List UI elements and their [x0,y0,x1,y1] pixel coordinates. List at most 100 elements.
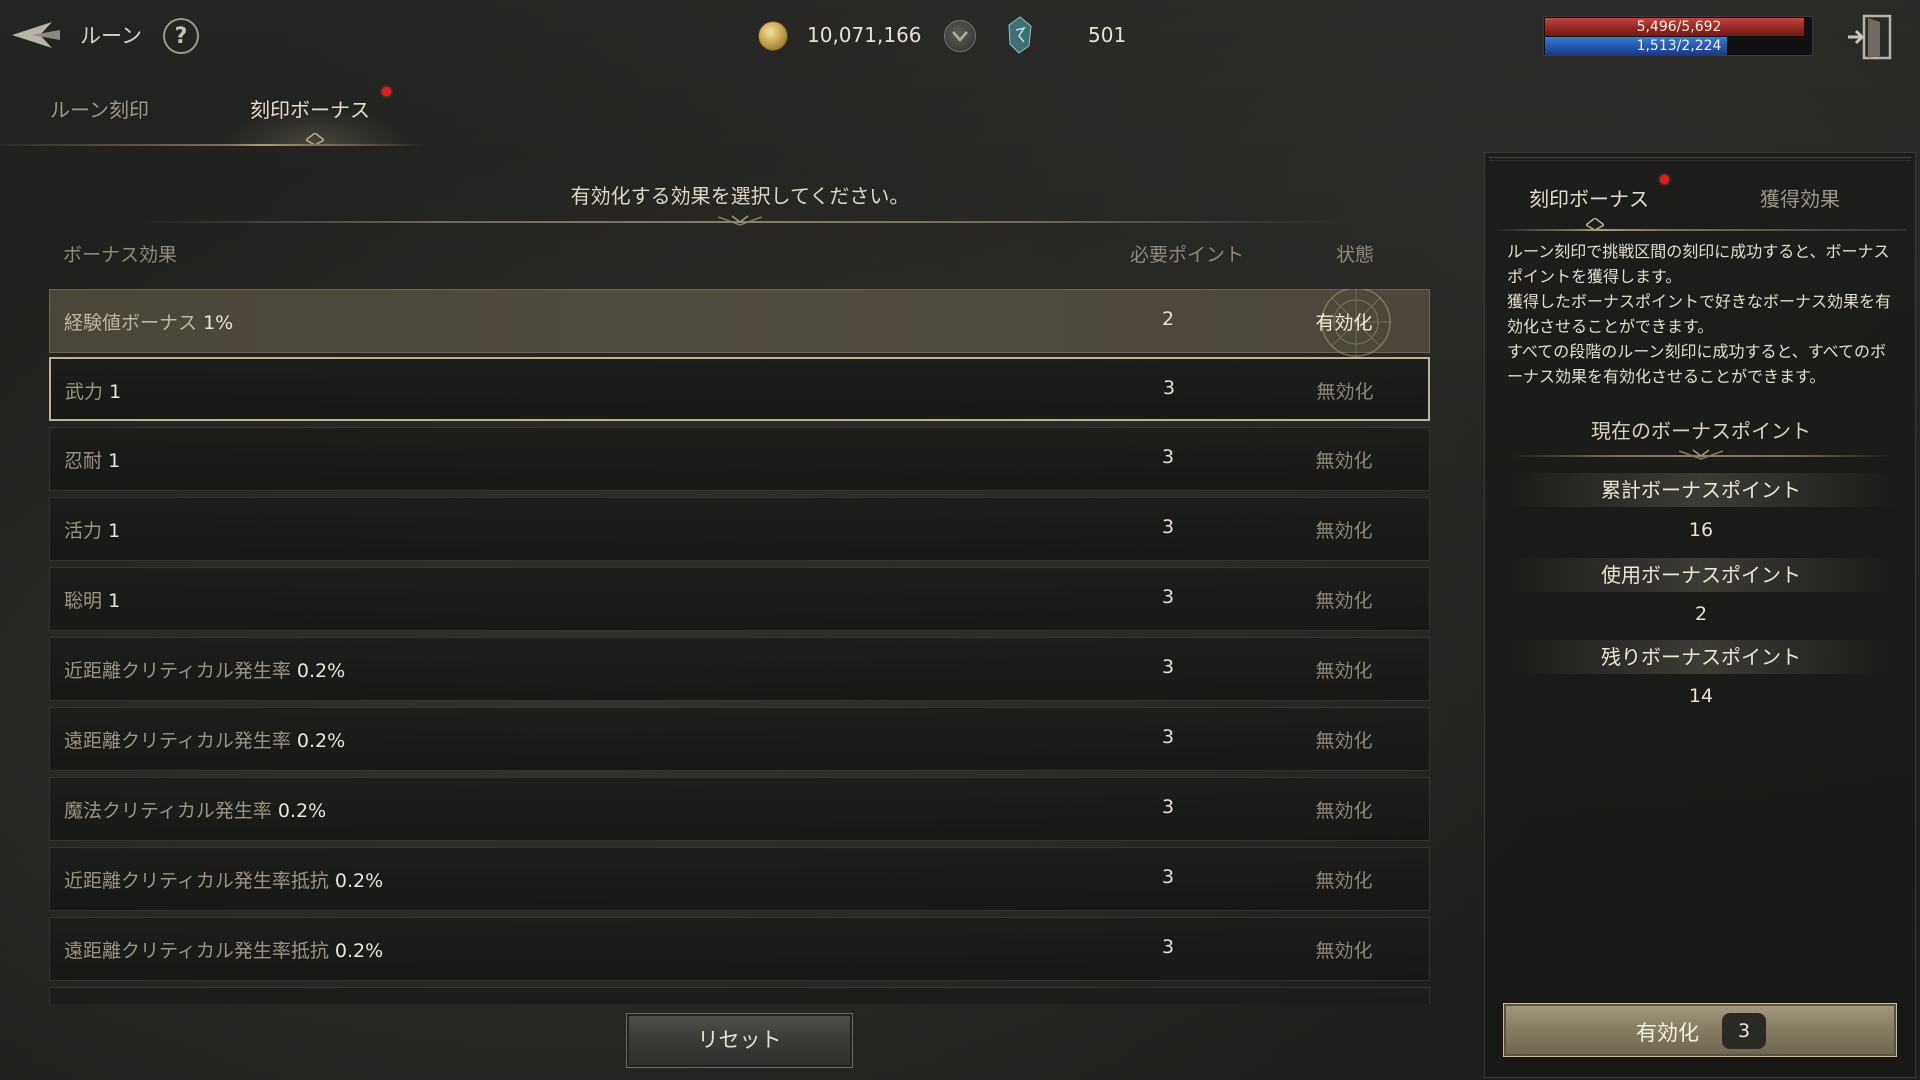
required-points: 3 [1161,726,1175,748]
bonus-effect-name: 武力 1 [65,377,121,404]
effect-label: 忍耐 [64,450,103,472]
bonus-row[interactable]: 聡明 1 3 無効化 [49,567,1430,631]
effect-label: 魔法クリティカル発生率 [64,800,272,822]
required-points: 3 [1162,377,1176,399]
bonus-effect-list[interactable]: 経験値ボーナス 1% 2 有効化 武力 1 3 無効化 忍耐 1 3 無効化 活… [49,289,1430,1004]
status-label: 無効化 [1315,730,1373,752]
bonus-row[interactable]: 武力 1 3 無効化 [49,357,1430,421]
tab-rune-engrave[interactable]: ルーン刻印 [50,94,149,123]
total-points-label: 累計ボーナスポイント [1505,473,1897,507]
activate-cost-badge: 3 [1722,1013,1766,1049]
effect-label: 遠距離クリティカル発生率抵抗 [64,940,329,962]
bonus-row[interactable]: 遠距離クリティカル発生率 0.2% 3 無効化 [49,707,1430,771]
required-points: 3 [1161,796,1175,818]
column-header-status: 状態 [1336,244,1375,266]
effect-value: 0.2% [334,940,384,962]
effect-value: 0.2% [296,730,346,752]
bonus-row[interactable]: 忍耐 1 3 無効化 [49,427,1430,491]
effect-label: 遠距離クリティカル発生率 [64,730,291,752]
effect-label: 経験値ボーナス [64,312,198,334]
notification-dot-icon [1660,175,1669,184]
chevron-down-icon [952,31,968,42]
side-tab-engrave-bonus[interactable]: 刻印ボーナス [1529,183,1649,212]
bonus-effect-name: 聡明 1 [64,586,120,613]
status-label: 無効化 [1315,660,1373,682]
remaining-points-value: 14 [1688,685,1714,707]
side-tab-acquired-effects[interactable]: 獲得効果 [1760,183,1840,212]
effect-label: 活力 [64,520,103,542]
tab-underline [1493,229,1907,231]
bonus-effect-name: 近距離クリティカル発生率抵抗 0.2% [64,866,383,893]
tab-engrave-bonus[interactable]: 刻印ボーナス [250,94,370,123]
status-label: 無効化 [1315,520,1373,542]
panel-border [1489,157,1911,161]
bonus-effect-name: 経験値ボーナス 1% [64,308,233,335]
top-bar: ルーン ? 10,071,166 501 5,496/5,692 1,513/2… [0,0,1920,76]
notification-dot-icon [382,87,391,96]
status-label: 無効化 [1315,940,1373,962]
effect-label: 近距離クリティカル発生率抵抗 [64,870,329,892]
reset-button[interactable]: リセット [626,1013,853,1068]
required-points: 3 [1161,936,1175,958]
hp-mp-bars: 5,496/5,692 1,513/2,224 [1543,16,1813,56]
required-points: 3 [1161,656,1175,678]
bonus-row[interactable]: 近距離クリティカル発生率抵抗 0.2% 3 無効化 [49,847,1430,911]
activate-button-label: 有効化 [1636,1021,1699,1045]
effect-value: 1 [108,520,121,542]
back-arrow-icon[interactable] [10,16,62,54]
gold-amount: 10,071,166 [807,23,922,47]
gold-coin-icon [758,21,788,51]
hp-text: 5,496/5,692 [1636,19,1722,35]
tab-underline [0,144,420,146]
rune-stone-icon [1007,16,1033,54]
total-points-value: 16 [1688,519,1714,541]
bonus-effect-name: 近距離クリティカル発生率 0.2% [64,656,345,683]
column-header-points: 必要ポイント [1130,244,1245,266]
effect-value: 0.2% [334,870,384,892]
required-points: 2 [1161,308,1175,330]
exit-door-icon[interactable] [1846,12,1894,62]
effect-label: 武力 [65,381,104,403]
used-points-value: 2 [1694,603,1708,625]
bonus-effect-name: 魔法クリティカル発生率 0.2% [64,796,326,823]
bonus-row[interactable]: 遠距離クリティカル発生率抵抗 0.2% 3 無効化 [49,917,1430,981]
help-button[interactable]: ? [163,18,199,54]
used-points-label: 使用ボーナスポイント [1505,558,1897,592]
status-label: 無効化 [1315,870,1373,892]
effect-value: 1 [108,450,121,472]
remaining-points-label: 残りボーナスポイント [1505,640,1897,674]
required-points: 3 [1161,516,1175,538]
column-header-effect: ボーナス効果 [63,244,178,266]
bonus-row[interactable]: 近距離クリティカル発生率 0.2% 3 無効化 [49,637,1430,701]
effect-label: 近距離クリティカル発生率 [64,660,291,682]
effect-value: 0.2% [277,800,327,822]
status-label: 無効化 [1315,450,1373,472]
bonus-info-panel: 刻印ボーナス 獲得効果 ルーン刻印で挑戦区間の刻印に成功すると、ボーナスポイント… [1484,152,1916,1078]
status-label: 有効化 [1315,312,1373,334]
ornament-icon [1679,449,1723,460]
page-title: ルーン [80,24,142,48]
currency-dropdown-button[interactable] [944,20,976,52]
instruction-text: 有効化する効果を選択してください。 [570,184,910,208]
effect-value: 1 [109,381,122,403]
bonus-row[interactable]: 経験値ボーナス 1% 2 有効化 [49,289,1430,358]
status-label: 無効化 [1315,800,1373,822]
status-label: 無効化 [1316,381,1374,403]
bonus-row-partial[interactable] [49,987,1430,1004]
effect-value: 1 [108,590,121,612]
bonus-effect-name: 遠距離クリティカル発生率 0.2% [64,726,345,753]
required-points: 3 [1161,446,1175,468]
mp-text: 1,513/2,224 [1636,38,1722,54]
bonus-description: ルーン刻印で挑戦区間の刻印に成功すると、ボーナスポイントを獲得します。 獲得した… [1507,242,1892,386]
required-points: 3 [1161,586,1175,608]
effect-label: 聡明 [64,590,103,612]
activate-button[interactable]: 有効化 3 [1503,1003,1897,1057]
bonus-row[interactable]: 魔法クリティカル発生率 0.2% 3 無効化 [49,777,1430,841]
bonus-effect-name: 忍耐 1 [64,446,120,473]
current-points-title: 現在のボーナスポイント [1591,419,1811,443]
main-tabs: ルーン刻印 刻印ボーナス [0,86,420,148]
required-points: 3 [1161,866,1175,888]
ornament-icon [718,215,762,226]
status-label: 無効化 [1315,590,1373,612]
bonus-row[interactable]: 活力 1 3 無効化 [49,497,1430,561]
